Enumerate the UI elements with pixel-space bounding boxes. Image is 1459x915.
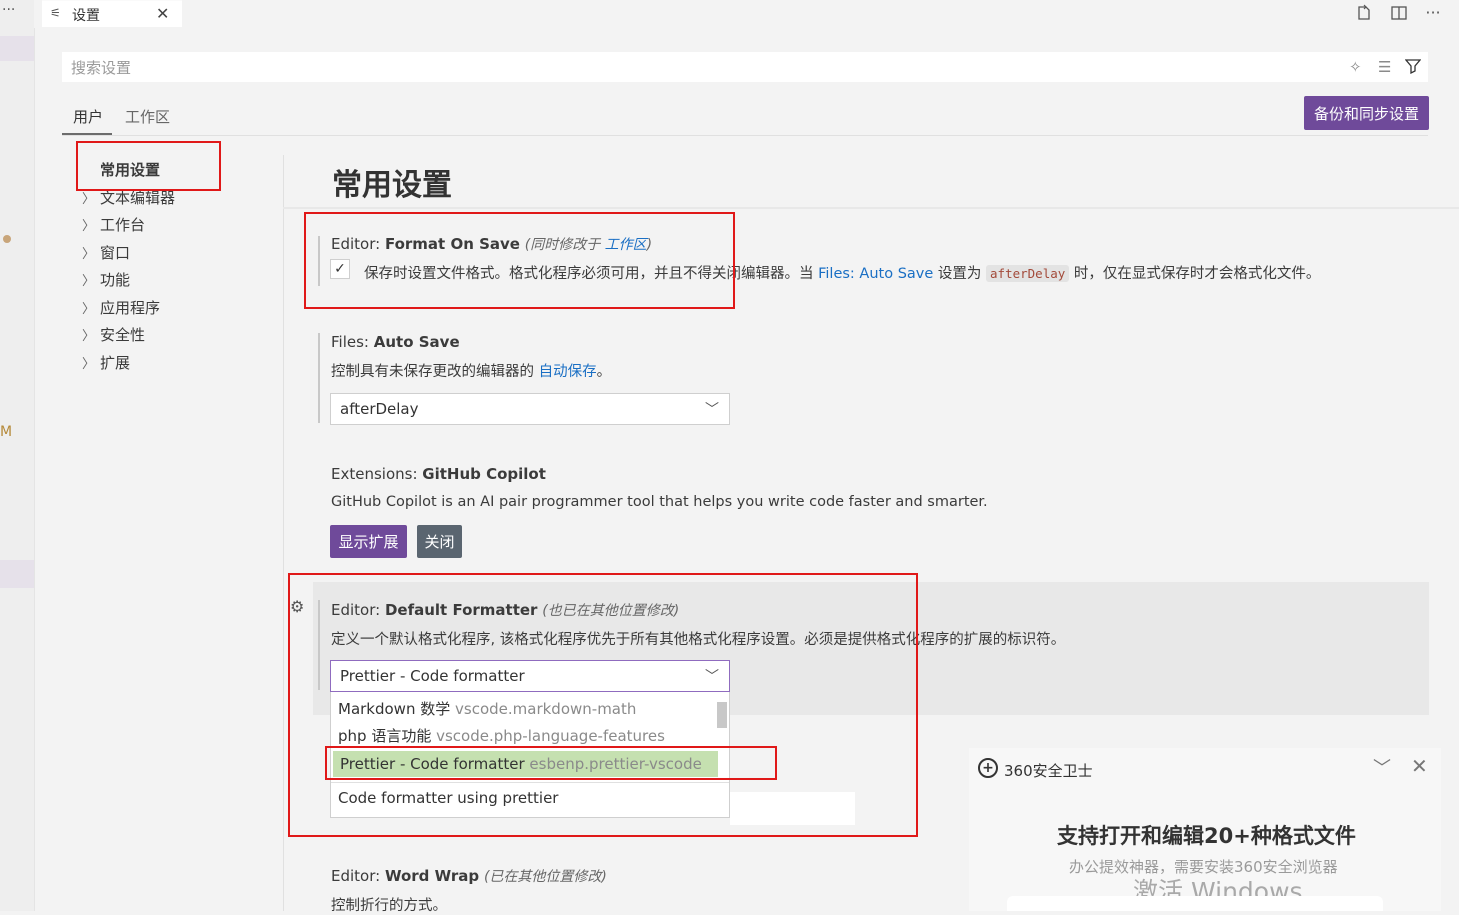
chevron-right-icon: 〉 <box>82 274 96 289</box>
toc-label: 安全性 <box>100 326 146 344</box>
setting-description: 控制折行的方式。 <box>331 898 447 914</box>
auto-save-link[interactable]: Files: Auto Save <box>818 266 933 282</box>
toc-item-application[interactable]: 〉应用程序 <box>82 297 160 318</box>
toc-label: 扩展 <box>100 354 131 372</box>
activity-highlight <box>0 36 34 61</box>
chevron-right-icon: 〉 <box>82 219 96 234</box>
toc-label: 工作台 <box>100 216 146 234</box>
chevron-right-icon: 〉 <box>82 357 96 372</box>
setting-description: 控制具有未保存更改的编辑器的 自动保存。 <box>331 364 612 380</box>
toc-label: 文本编辑器 <box>100 189 176 207</box>
more-actions-icon[interactable]: ··· <box>1424 4 1442 22</box>
clear-filter-icon[interactable]: ☰ <box>1378 58 1391 76</box>
chevron-right-icon: 〉 <box>82 329 96 344</box>
open-settings-json-icon[interactable] <box>1355 4 1373 22</box>
setting-title-copilot: Extensions: GitHub Copilot <box>331 465 546 483</box>
setting-title-auto-save: Files: Auto Save <box>331 333 460 351</box>
status-dot-icon <box>3 235 11 243</box>
annotation-box-default-formatter <box>288 573 918 837</box>
backup-sync-button[interactable]: 备份和同步设置 <box>1304 96 1429 130</box>
ai-search-icon[interactable]: ✧ <box>1349 58 1362 76</box>
scope-tab-user[interactable]: 用户 <box>73 106 103 127</box>
popup-headline: 支持打开和编辑20+种格式文件 <box>1057 824 1356 848</box>
search-input[interactable] <box>62 52 1343 84</box>
toc-item-workbench[interactable]: 〉工作台 <box>82 214 145 235</box>
chevron-down-icon: ﹀ <box>705 402 719 418</box>
show-extension-button[interactable]: 显示扩展 <box>330 525 407 558</box>
annotation-box-toc <box>76 141 221 191</box>
inline-code: afterDelay <box>986 265 1070 282</box>
page-title: 常用设置 <box>332 168 452 203</box>
toc-item-security[interactable]: 〉安全性 <box>82 324 145 345</box>
toc-item-window[interactable]: 〉窗口 <box>82 242 130 263</box>
close-tab-icon[interactable]: ✕ <box>156 4 169 23</box>
collapse-icon[interactable]: ﹀ <box>1373 754 1391 780</box>
toc-label: 应用程序 <box>100 299 161 317</box>
modified-badge: M <box>0 424 13 440</box>
more-icon[interactable]: ··· <box>2 2 15 18</box>
tab-bar: ⚟ 设置 ✕ ··· <box>34 0 1459 28</box>
scope-tab-workspace[interactable]: 工作区 <box>125 106 170 127</box>
setting-modified-indicator <box>318 333 320 423</box>
toc-item-features[interactable]: 〉功能 <box>82 269 130 290</box>
auto-save-select[interactable]: afterDelay ﹀ <box>330 393 730 425</box>
toc-item-extensions[interactable]: 〉扩展 <box>82 352 130 373</box>
settings-icon: ⚟ <box>50 6 61 20</box>
setting-description: GitHub Copilot is an AI pair programmer … <box>331 494 988 510</box>
activity-bar: ··· M <box>0 0 35 911</box>
setting-title-word-wrap: Editor: Word Wrap (已在其他位置修改) <box>331 867 607 885</box>
select-value: afterDelay <box>340 400 419 418</box>
tab-label: 设置 <box>72 8 100 24</box>
360-logo-icon: + <box>978 758 998 778</box>
close-recommendation-button[interactable]: 关闭 <box>417 525 462 558</box>
auto-save-doc-link[interactable]: 自动保存 <box>539 364 597 380</box>
activity-highlight-lower <box>0 560 34 588</box>
toc-divider <box>283 155 284 911</box>
popup-action-bar[interactable] <box>1007 896 1383 911</box>
close-icon[interactable]: ✕ <box>1411 754 1428 778</box>
filter-icon[interactable] <box>1404 58 1422 78</box>
toc-label: 窗口 <box>100 244 131 262</box>
chevron-right-icon: 〉 <box>82 302 96 317</box>
settings-search: ✧ ☰ <box>62 52 1428 84</box>
annotation-box-prettier-option <box>325 746 777 780</box>
annotation-box-format-on-save <box>304 212 735 309</box>
toc-label: 功能 <box>100 271 131 289</box>
notification-popup-360: + 360安全卫士 ﹀ ✕ 支持打开和编辑20+种格式文件 办公提效神器，需要安… <box>969 748 1441 911</box>
split-editor-icon[interactable] <box>1390 4 1408 22</box>
chevron-right-icon: 〉 <box>82 247 96 262</box>
active-scope-indicator <box>62 133 112 135</box>
tab-settings[interactable]: ⚟ 设置 ✕ <box>42 0 182 27</box>
popup-title: 360安全卫士 <box>1004 762 1093 780</box>
scope-divider <box>62 135 1428 136</box>
header-divider <box>283 207 1459 209</box>
